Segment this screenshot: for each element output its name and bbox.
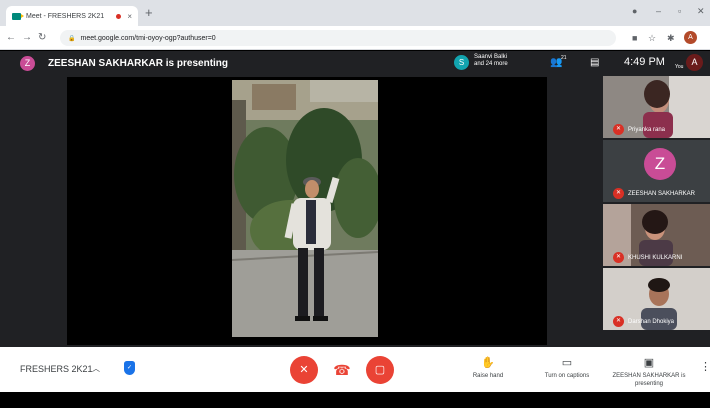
- participant-avatar: S: [454, 55, 469, 70]
- mic-off-icon: ✕: [613, 252, 624, 263]
- call-controls-bar: FRESHERS 2K21 ︿ ✓ ✕ ☎ ▢ ✋ Raise hand ▭ T…: [0, 347, 710, 392]
- chat-icon[interactable]: ▤: [590, 57, 599, 68]
- hand-icon: ✋: [481, 357, 495, 369]
- camera-indicator-icon[interactable]: ■: [632, 33, 637, 43]
- presenting-label: ZEESHAN SAKHARKAR is presenting: [612, 373, 686, 387]
- participant-more: and 24 more: [474, 61, 508, 67]
- mic-toggle-button[interactable]: ✕: [290, 356, 318, 384]
- present-screen-icon: ▣: [643, 357, 655, 369]
- extensions-icon[interactable]: ✱: [667, 33, 675, 43]
- participant-tile[interactable]: ✕ Darshan Dhokiya: [603, 268, 710, 330]
- recording-dot-icon: [116, 13, 122, 19]
- participant-name: Saanvi Balki: [474, 54, 508, 60]
- participant-name: KHUSHI KULKARNI: [628, 254, 683, 261]
- reload-icon[interactable]: ↻: [38, 32, 46, 43]
- people-count: 21: [561, 55, 567, 61]
- tab-close-icon[interactable]: ×: [127, 12, 132, 21]
- mic-off-icon: ✕: [613, 124, 624, 135]
- participant-tile[interactable]: ✕ Priyanka rana: [603, 76, 710, 138]
- tile-label: ✕ Darshan Dhokiya: [613, 316, 674, 327]
- address-bar[interactable]: 🔒 meet.google.com/tmi-oyoy-ogp?authuser=…: [60, 30, 616, 46]
- forward-icon[interactable]: →: [22, 32, 32, 43]
- clock-time: 4:49 PM: [624, 56, 665, 68]
- url-text: meet.google.com/tmi-oyoy-ogp?authuser=0: [80, 34, 216, 42]
- mic-off-icon: ✕: [613, 316, 624, 327]
- mic-off-icon: ✕: [613, 188, 624, 199]
- profile-avatar[interactable]: A: [684, 31, 697, 44]
- back-icon[interactable]: ←: [6, 32, 16, 43]
- window-close-icon[interactable]: ✕: [697, 6, 705, 17]
- meet-favicon-icon: [12, 12, 24, 20]
- participant-name: ZEESHAN SAKHARKAR: [628, 190, 696, 197]
- participant-name: Darshan Dhokiya: [628, 318, 675, 325]
- participant-tile[interactable]: Z ✕ ZEESHAN SAKHARKAR: [603, 140, 710, 202]
- chevron-up-icon[interactable]: ︿: [92, 363, 100, 374]
- lock-icon: 🔒: [68, 35, 76, 42]
- tile-label: ✕ Priyanka rana: [613, 124, 665, 135]
- raise-hand-label: Raise hand: [472, 373, 504, 379]
- browser-tab[interactable]: Meet - FRESHERS 2K21 ×: [6, 6, 138, 26]
- new-tab-button[interactable]: +: [145, 6, 153, 20]
- maximize-icon[interactable]: ▫: [678, 6, 681, 16]
- leave-call-button[interactable]: ☎: [328, 356, 356, 384]
- participant-tile[interactable]: ✕ KHUSHI KULKARNI: [603, 204, 710, 266]
- tile-label: ✕ KHUSHI KULKARNI: [613, 252, 682, 263]
- self-avatar[interactable]: A: [686, 54, 703, 71]
- more-options-icon[interactable]: ⋮: [700, 360, 710, 373]
- tab-title: Meet - FRESHERS 2K21: [26, 12, 105, 20]
- meet-top-bar: Z ZEESHAN SAKHARKAR is presenting S Saan…: [0, 51, 710, 75]
- camera-toggle-button[interactable]: ▢: [366, 356, 394, 384]
- meeting-title[interactable]: FRESHERS 2K21: [20, 364, 93, 374]
- captions-icon: ▭: [561, 357, 573, 369]
- minimize-icon[interactable]: –: [656, 6, 661, 16]
- tile-label: ✕ ZEESHAN SAKHARKAR: [613, 188, 695, 199]
- presenter-avatar: Z: [20, 56, 35, 71]
- participant-name: Priyanka rana: [628, 126, 666, 133]
- browser-toolbar: ← → ↻ 🔒 meet.google.com/tmi-oyoy-ogp?aut…: [0, 26, 710, 50]
- meet-window: Meet - FRESHERS 2K21 × + ● – ▫ ✕ ← → ↻ 🔒…: [0, 0, 710, 408]
- presenting-button[interactable]: ▣ ZEESHAN SAKHARKAR is presenting: [607, 357, 691, 388]
- you-label: You: [675, 64, 684, 70]
- security-shield-icon[interactable]: ✓: [124, 361, 135, 375]
- participant-initial-avatar: Z: [644, 148, 676, 180]
- browser-tab-bar: Meet - FRESHERS 2K21 × + ● – ▫ ✕: [0, 0, 710, 26]
- raise-hand-button[interactable]: ✋ Raise hand: [463, 357, 513, 380]
- account-circle-icon[interactable]: ●: [632, 6, 637, 16]
- captions-button[interactable]: ▭ Turn on captions: [537, 357, 597, 380]
- captions-label: Turn on captions: [544, 373, 590, 379]
- presenting-text: ZEESHAN SAKHARKAR is presenting: [48, 58, 229, 69]
- presented-photo: [232, 80, 378, 337]
- bookmark-star-icon[interactable]: ☆: [648, 33, 656, 43]
